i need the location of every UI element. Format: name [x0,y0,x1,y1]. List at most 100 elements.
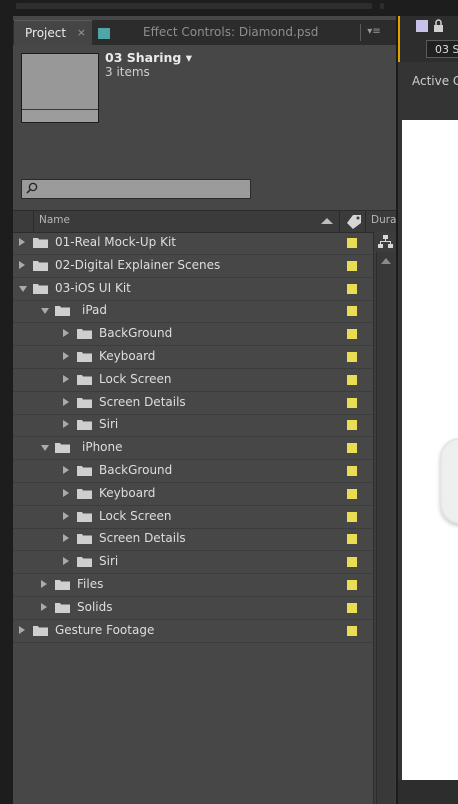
expand-right-icon[interactable] [63,466,69,474]
column-duration[interactable]: Dura [371,214,397,226]
expand-right-icon[interactable] [63,488,69,497]
sort-ascending-icon[interactable] [321,218,333,224]
folder-icon [77,466,92,476]
column-name[interactable]: Name [39,214,70,226]
vertical-scrollbar[interactable] [376,252,395,804]
scroll-up-icon[interactable] [381,258,391,264]
expand-right-icon[interactable] [63,397,69,406]
close-icon[interactable]: × [77,21,86,45]
folder-icon [33,260,48,271]
list-item-label: BackGround [99,326,173,341]
folder-icon [77,488,92,499]
list-item[interactable]: Lock Screen [13,506,373,529]
panel-menu-icon[interactable]: ▾≡ [360,20,388,45]
list-item[interactable]: Screen Details [13,392,373,415]
tab-divider [360,24,361,41]
folder-icon [77,374,92,385]
list-item-label: Siri [99,554,119,569]
list-item[interactable]: BackGround [13,323,373,347]
top-strip-bar [16,3,372,9]
list-item[interactable]: Siri [13,414,373,438]
flowchart-icon[interactable] [378,235,393,249]
list-item-label: Screen Details [99,531,186,546]
list-item-label: Solids [77,599,113,614]
panel-menu-glyph: ▾≡ [367,26,381,37]
list-item[interactable]: Keyboard [13,346,373,369]
expand-right-icon[interactable] [63,511,69,520]
expand-right-icon[interactable] [63,374,69,383]
list-item[interactable]: BackGround [13,460,373,483]
list-item[interactable]: 01-Real Mock-Up Kit [13,232,373,255]
expand-right-icon[interactable] [63,557,69,566]
label-color-swatch[interactable] [347,397,357,408]
panel-tab-bar: Project × Effect Controls: Diamond.psd ▾… [13,20,396,45]
lock-icon[interactable] [433,19,445,32]
folder-icon [77,329,92,340]
expand-right-icon[interactable] [63,534,69,543]
label-color-swatch[interactable] [347,283,357,294]
list-item[interactable]: Keyboard [13,483,373,506]
label-color-swatch[interactable] [347,238,357,248]
thumbnail-strip [22,109,98,122]
label-color-swatch[interactable] [347,420,357,431]
list-item[interactable]: Lock Screen [13,369,373,392]
composition-canvas[interactable] [402,120,458,780]
tab-project[interactable]: Project × [14,20,92,45]
composition-name[interactable]: 03 Sharing ▾ [105,50,192,65]
folder-icon [55,443,70,454]
folder-icon [33,238,48,248]
label-color-swatch[interactable] [347,306,357,317]
column-divider [339,211,340,232]
folder-icon [55,306,70,317]
expand-down-icon[interactable] [41,445,49,452]
list-item-label: iPhone [82,440,123,455]
label-color-swatch[interactable] [347,443,357,454]
tab-composition[interactable]: 03 S [426,40,458,58]
expand-right-icon[interactable] [19,260,25,269]
top-strip-bar [380,3,384,9]
label-color-swatch[interactable] [347,329,357,340]
composition-thumbnail [21,53,99,123]
search-icon [26,182,38,194]
label-color-swatch[interactable] [347,466,357,476]
expand-right-icon[interactable] [63,329,69,338]
expand-down-icon[interactable] [19,285,27,292]
list-item-label: 03-iOS UI Kit [55,280,131,295]
expand-right-icon[interactable] [41,580,47,588]
label-color-swatch[interactable] [347,580,357,590]
list-item[interactable]: iPad [13,300,373,324]
label-color-swatch[interactable] [347,488,357,499]
list-item[interactable]: Gesture Footage [13,620,373,643]
tab-effect-controls[interactable]: Effect Controls: Diamond.psd [96,20,359,45]
search-input[interactable] [21,179,251,199]
label-color-swatch[interactable] [347,352,357,362]
label-color-swatch[interactable] [347,374,357,385]
list-item[interactable]: Screen Details [13,528,373,552]
label-color-swatch[interactable] [347,625,357,636]
list-item[interactable]: Siri [13,551,373,575]
label-tag-icon[interactable] [344,214,364,229]
folder-icon [77,534,92,545]
list-item[interactable]: Solids [13,597,373,620]
list-item-label: Gesture Footage [55,622,155,637]
list-item-label: Lock Screen [99,508,172,523]
label-color-swatch[interactable] [347,557,357,568]
list-item[interactable]: Files [13,574,373,597]
label-color-swatch[interactable] [347,602,357,613]
flowchart-column [374,232,396,804]
viewer-footer [398,780,458,804]
expand-right-icon[interactable] [63,420,69,429]
expand-down-icon[interactable] [41,308,49,315]
label-color-swatch[interactable] [347,534,357,545]
list-item[interactable]: iPhone [13,437,373,461]
expand-right-icon[interactable] [19,625,25,634]
expand-right-icon[interactable] [63,352,69,360]
label-color-swatch[interactable] [347,511,357,522]
folder-icon [77,557,92,568]
expand-right-icon[interactable] [41,602,47,611]
list-item[interactable]: 03-iOS UI Kit [13,278,373,301]
expand-right-icon[interactable] [19,238,25,246]
list-item[interactable]: 02-Digital Explainer Scenes [13,255,373,278]
canvas-object [440,438,458,524]
label-color-swatch[interactable] [347,260,357,271]
